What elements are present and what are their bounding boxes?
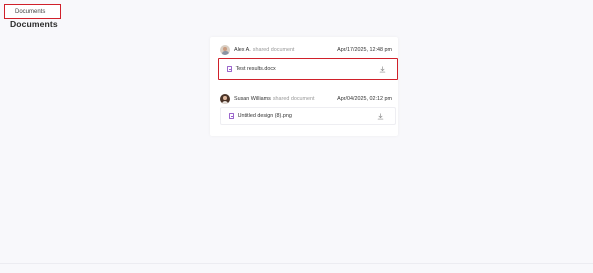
page-divider: [0, 263, 593, 264]
file-name[interactable]: Test results.docx: [236, 66, 276, 72]
share-date: Apr/17/2025, 12:48 pm: [337, 47, 392, 53]
share-date: Apr/04/2025, 02:12 pm: [337, 96, 392, 102]
avatar: [220, 94, 230, 104]
page-title: Documents: [10, 19, 58, 29]
file-name[interactable]: Untitled design (8).png: [238, 113, 292, 119]
share-header: Susan Williams shared document Apr/04/20…: [220, 92, 392, 106]
shared-documents-card: Alex A. shared document Apr/17/2025, 12:…: [210, 37, 398, 136]
file-row[interactable]: Untitled design (8).png: [220, 107, 396, 125]
share-header: Alex A. shared document Apr/17/2025, 12:…: [220, 43, 392, 57]
download-icon[interactable]: [377, 112, 384, 120]
file-row[interactable]: Test results.docx: [218, 58, 398, 80]
sharer-name: Susan Williams: [234, 96, 271, 102]
breadcrumb[interactable]: Documents: [4, 4, 61, 19]
file-icon: [229, 113, 234, 119]
sharer-name: Alex A.: [234, 47, 251, 53]
share-action-text: shared document: [272, 96, 315, 102]
share-action-text: shared document: [252, 47, 295, 53]
avatar: [220, 45, 230, 55]
download-icon[interactable]: [379, 65, 386, 73]
file-icon: [227, 66, 232, 72]
breadcrumb-label[interactable]: Documents: [15, 9, 45, 15]
